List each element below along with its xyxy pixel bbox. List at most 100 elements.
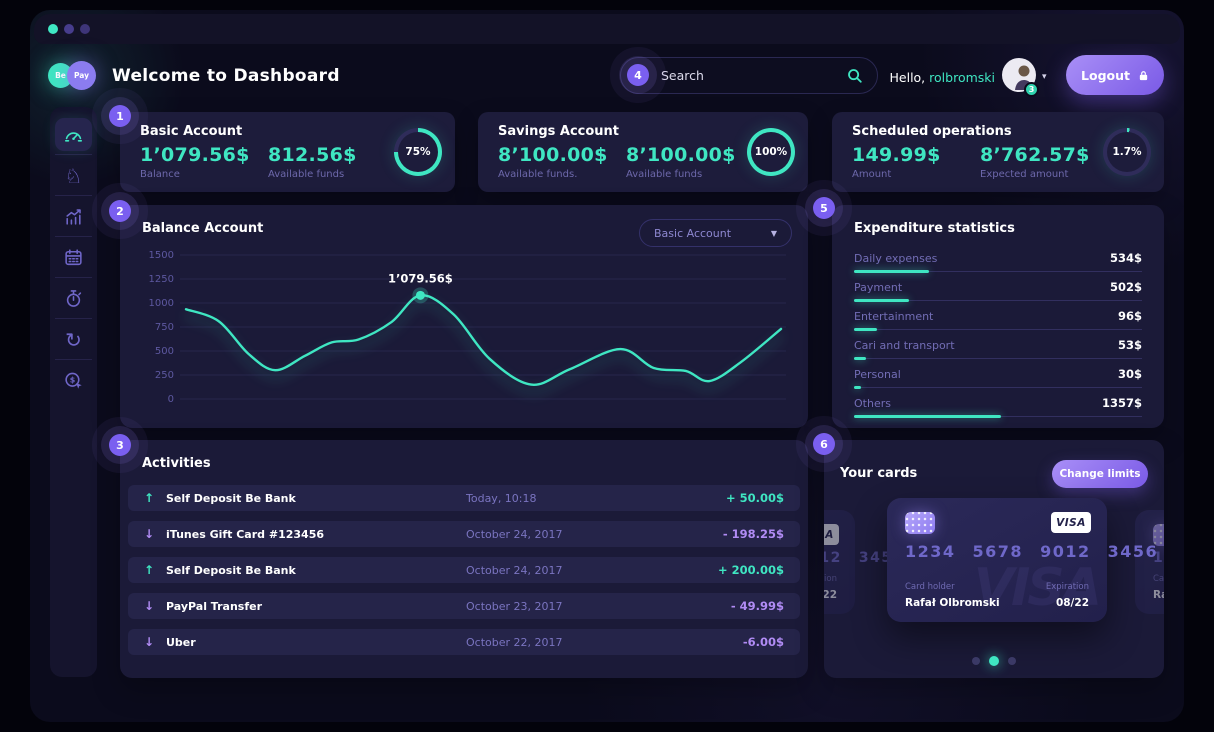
bar-track [854,329,1142,330]
window-dot-purple-2[interactable] [80,24,90,34]
card-number: 1234567890123456 [905,542,1158,561]
logout-button[interactable]: Logout [1066,55,1164,95]
metric-available-funds: 812.56$Available funds [268,144,357,180]
credit-card-previous[interactable]: VISA 1234567890123456 Card holder Rafał … [824,510,855,614]
expiration-value: 08/22 [824,589,837,601]
expenditure-amount: 1357$ [1102,396,1142,410]
expenditure-list: Daily expenses534$ Payment502$ Entertain… [832,245,1164,419]
transaction-amount: -6.00$ [676,635,784,649]
metric-available-funds: 8’100.00$Available funds. [498,144,608,180]
expenditure-category: Personal [854,368,901,381]
marker-5: 5 [813,197,835,219]
carousel-dot[interactable] [989,656,999,666]
expenditure-category: Cari and transport [854,339,955,352]
transaction-row[interactable]: ↓ Uber October 22, 2017 -6.00$ [128,629,800,655]
sidebar-item-timer[interactable] [50,278,97,319]
bar-fill [854,386,861,389]
balance-line-chart: 15001250100075050025001’079.56$ [136,247,794,419]
transaction-date: October 24, 2017 [466,564,676,577]
svg-text:1’079.56$: 1’079.56$ [388,271,453,285]
account-select-dropdown[interactable]: Basic Account▼ [639,219,792,247]
panel-title: Activities [142,456,211,471]
transaction-row[interactable]: ↓ PayPal Transfer October 23, 2017 - 49.… [128,593,800,619]
direction-arrow-icon: ↓ [144,635,166,649]
direction-arrow-icon: ↓ [144,599,166,613]
search-input[interactable] [661,68,847,83]
activities-list: ↑ Self Deposit Be Bank Today, 10:18 + 50… [128,485,800,665]
sidebar-item-dashboard[interactable] [50,114,97,155]
avatar-dropdown-caret-icon[interactable]: ▾ [1042,72,1047,82]
transaction-name: iTunes Gift Card #123456 [166,528,466,541]
expenditure-category: Others [854,397,891,410]
expenditure-statistics-panel: Expenditure statistics Daily expenses534… [832,205,1164,428]
carousel-dot[interactable] [1008,657,1016,665]
refresh-icon: ↻ [55,323,92,356]
expiration-value: 08/22 [1056,597,1089,609]
sidebar-item-transfers[interactable]: ♘ [50,155,97,196]
page-title: Welcome to Dashboard [112,66,340,86]
transaction-date: Today, 10:18 [466,492,676,505]
notification-badge[interactable]: 3 [1024,82,1039,97]
progress-ring: 1.7% [1103,128,1151,176]
sidebar-item-history[interactable]: ↻ [50,319,97,360]
transaction-name: Self Deposit Be Bank [166,492,466,505]
credit-card-active[interactable]: VISA 1234567890123456 VISA Card holder R… [887,498,1107,622]
transaction-amount: - 198.25$ [676,527,784,541]
bepay-logo: Be Pay [48,58,110,92]
transaction-date: October 22, 2017 [466,636,676,649]
expenditure-row: Others 1357$ [854,390,1142,419]
metric-balance: 1’079.56$Balance [140,144,250,180]
transaction-date: October 23, 2017 [466,600,676,613]
activities-panel: Activities ↑ Self Deposit Be Bank Today,… [120,440,808,678]
panel-title: Your cards [840,466,917,481]
marker-1: 1 [109,105,131,127]
change-limits-button[interactable]: Change limits [1052,460,1148,488]
expenditure-amount: 30$ [1118,367,1142,381]
sidebar-item-payments[interactable]: $ [50,360,97,401]
carousel-dot[interactable] [972,657,980,665]
svg-text:750: 750 [155,322,174,333]
expenditure-row: Personal 30$ [854,361,1142,390]
basic-account-card: Basic Account 1’079.56$Balance 812.56$Av… [120,112,455,192]
transaction-amount: + 50.00$ [676,491,784,505]
svg-text:250: 250 [155,370,174,381]
credit-card-next[interactable]: VISA 1234567890123456 Card holder Rafał … [1135,510,1164,614]
transaction-row[interactable]: ↓ iTunes Gift Card #123456 October 24, 2… [128,521,800,547]
chevron-down-icon: ▼ [771,229,777,238]
direction-arrow-icon: ↑ [144,563,166,577]
sidebar-item-statistics[interactable] [50,196,97,237]
expenditure-row: Daily expenses534$ [854,245,1142,274]
logo-pay-circle: Pay [67,61,96,90]
metric-amount: 149.99$Amount [852,144,941,180]
card-carousel-dots [824,656,1164,666]
transaction-name: Uber [166,636,466,649]
metric-available-funds: 8’100.00$Available funds [626,144,736,180]
bar-track [854,416,1142,417]
search-icon[interactable] [847,68,863,84]
svg-text:1250: 1250 [149,274,174,285]
panel-title: Balance Account [142,221,263,236]
bar-fill [854,328,877,331]
card-title: Scheduled operations [852,124,1012,139]
window-dot-green[interactable] [48,24,58,34]
sidebar-item-calendar[interactable] [50,237,97,278]
balance-account-panel: Balance Account Basic Account▼ 1500 1250 1… [120,205,808,428]
svg-text:1500: 1500 [149,250,174,261]
svg-text:$: $ [70,376,75,385]
visa-badge: VISA [1051,512,1091,533]
expiration-label: Expiration [1046,582,1089,592]
marker-4: 4 [627,64,649,86]
greeting-text: Hello, rolbromski [885,70,995,85]
marker-3: 3 [109,434,131,456]
search-bar[interactable] [620,57,878,94]
calendar-icon [55,241,92,274]
gauge-icon [55,118,92,151]
lock-icon [1138,70,1149,81]
direction-arrow-icon: ↑ [144,491,166,505]
expenditure-row: Payment502$ [854,274,1142,303]
card-holder-label: Card holder [1153,574,1164,584]
transaction-row[interactable]: ↑ Self Deposit Be Bank October 24, 2017 … [128,557,800,583]
window-dot-purple-1[interactable] [64,24,74,34]
transaction-row[interactable]: ↑ Self Deposit Be Bank Today, 10:18 + 50… [128,485,800,511]
username: rolbromski [929,70,995,85]
